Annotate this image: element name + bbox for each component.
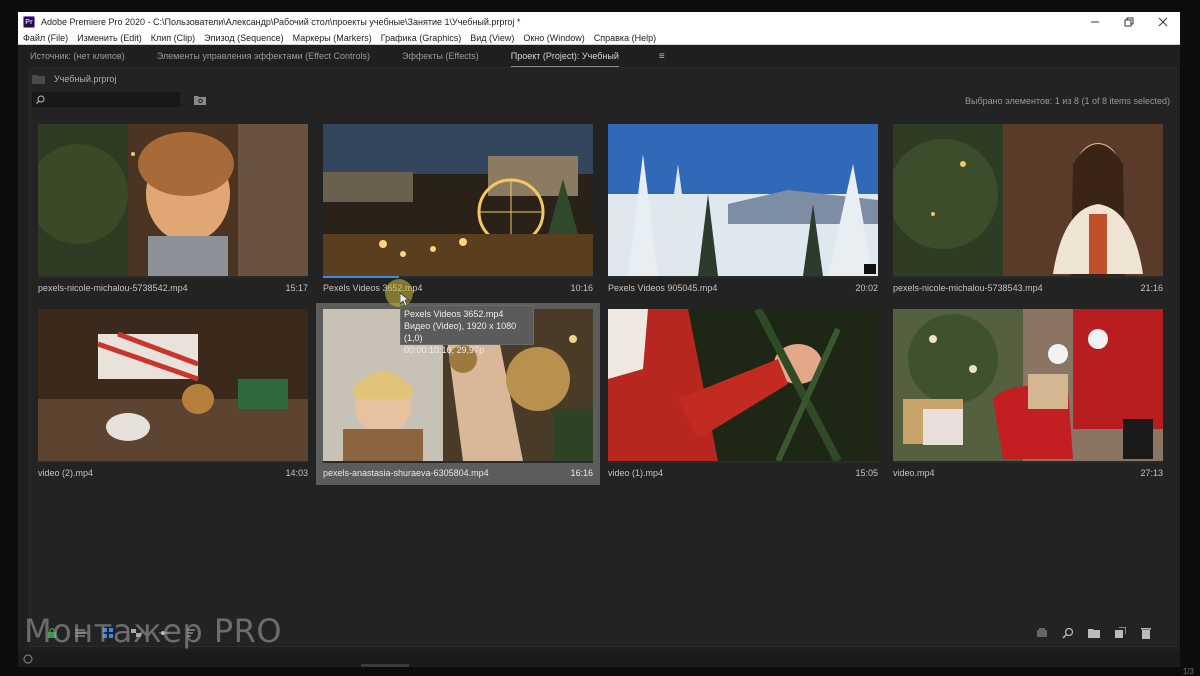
- find-icon[interactable]: [1062, 627, 1074, 639]
- tab-source[interactable]: Источник: (нет клипов): [30, 46, 125, 66]
- clip-playbar: [323, 276, 593, 278]
- bottom-toolbar: [1036, 627, 1152, 639]
- channel-watermark: Монтажер PRO: [24, 612, 283, 650]
- clip-tooltip: Pexels Videos 3652.mp4 Видео (Video), 19…: [400, 305, 534, 355]
- clip-name: video (2).mp4: [38, 468, 94, 478]
- clip-duration: 27:13: [1140, 468, 1163, 478]
- clip-name: video.mp4: [893, 468, 935, 478]
- clip-name: Pexels Videos 905045.mp4: [608, 283, 718, 293]
- clip-item[interactable]: video (1).mp4 15:05: [608, 309, 878, 485]
- workspace: Источник: (нет клипов) Элементы управлен…: [18, 45, 1180, 667]
- menu-view[interactable]: Вид (View): [470, 33, 514, 43]
- automate-to-sequence-icon[interactable]: [1036, 627, 1048, 639]
- clip-name: pexels-nicole-michalou-5738542.mp4: [38, 283, 188, 293]
- project-panel: Учебный.prproj Выбрано элементов: 1 из 8…: [29, 67, 1177, 647]
- tab-project[interactable]: Проект (Project): Учебный: [510, 46, 619, 67]
- clip-duration: 15:05: [855, 468, 878, 478]
- project-header: Учебный.prproj: [32, 74, 116, 84]
- clip-playbar: [608, 276, 878, 278]
- clip-duration: 10:16: [570, 283, 593, 293]
- trash-icon[interactable]: [1140, 627, 1152, 639]
- menu-help[interactable]: Справка (Help): [594, 33, 656, 43]
- clip-playbar: [323, 461, 593, 463]
- clip-duration: 15:17: [285, 283, 308, 293]
- menu-window[interactable]: Окно (Window): [523, 33, 584, 43]
- clip-item[interactable]: video (2).mp4 14:03: [38, 309, 308, 485]
- clip-duration: 14:03: [285, 468, 308, 478]
- clip-playbar: [893, 461, 1163, 463]
- clip-item[interactable]: pexels-nicole-michalou-5738543.mp4 21:16: [893, 124, 1163, 300]
- clip-thumbnail: [608, 309, 878, 461]
- selection-count: Выбрано элементов: 1 из 8 (1 of 8 items …: [965, 96, 1170, 106]
- status-bar: [18, 651, 1180, 667]
- clip-name: pexels-nicole-michalou-5738543.mp4: [893, 283, 1043, 293]
- new-item-icon[interactable]: [1114, 627, 1126, 639]
- tooltip-video-info: Видео (Video), 1920 x 1080 (1,0): [404, 321, 517, 343]
- render-status-icon: [23, 654, 33, 664]
- tab-effects[interactable]: Эффекты (Effects): [402, 46, 479, 66]
- new-search-bin-icon[interactable]: [194, 95, 206, 105]
- search-field[interactable]: [32, 92, 180, 107]
- title-bar: Pr Adobe Premiere Pro 2020 - C:\Пользова…: [18, 12, 1180, 32]
- tooltip-file-name: Pexels Videos 3652.mp4: [404, 309, 504, 319]
- menu-clip[interactable]: Клип (Clip): [151, 33, 195, 43]
- window-title: Adobe Premiere Pro 2020 - C:\Пользовател…: [41, 17, 521, 27]
- premiere-app-icon: Pr: [23, 16, 35, 28]
- clip-duration: 16:16: [570, 468, 593, 478]
- clip-item[interactable]: pexels-nicole-michalou-5738542.mp4 15:17: [38, 124, 308, 300]
- clip-name: pexels-anastasia-shuraeva-6305804.mp4: [323, 468, 489, 478]
- tooltip-timecode: 00:00:10:16, 29,97p: [404, 345, 485, 355]
- menu-bar: Файл (File) Изменить (Edit) Клип (Clip) …: [18, 32, 1180, 45]
- menu-markers[interactable]: Маркеры (Markers): [293, 33, 372, 43]
- clip-duration: 20:02: [855, 283, 878, 293]
- clip-thumbnail: [893, 309, 1163, 461]
- clip-item[interactable]: Pexels Videos 3652.mp4 10:16: [323, 124, 593, 300]
- clip-thumbnail: [38, 124, 308, 276]
- clip-playbar: [608, 461, 878, 463]
- search-icon: [36, 95, 45, 104]
- menu-file[interactable]: Файл (File): [23, 33, 68, 43]
- clip-playbar: [38, 461, 308, 463]
- clip-thumbnail: [608, 124, 878, 276]
- clip-item[interactable]: video.mp4 27:13: [893, 309, 1163, 485]
- folder-icon: [32, 75, 45, 84]
- tab-menu-icon[interactable]: ≡: [659, 51, 665, 62]
- horizontal-scrollbar[interactable]: [361, 664, 409, 667]
- page-indicator: 1/3: [1182, 667, 1194, 676]
- clip-duration: 21:16: [1140, 283, 1163, 293]
- clip-thumbnail: [893, 124, 1163, 276]
- panel-tabs: Источник: (нет клипов) Элементы управлен…: [18, 45, 1180, 67]
- close-icon[interactable]: [1146, 12, 1180, 32]
- search-input[interactable]: [49, 94, 169, 105]
- clip-playbar: [38, 276, 308, 278]
- minimize-icon[interactable]: [1078, 12, 1112, 32]
- menu-graphics[interactable]: Графика (Graphics): [381, 33, 461, 43]
- clip-name: video (1).mp4: [608, 468, 664, 478]
- clip-progress: [323, 276, 399, 278]
- clip-item[interactable]: Pexels Videos 905045.mp4 20:02: [608, 124, 878, 300]
- tab-effect-controls[interactable]: Элементы управления эффектами (Effect Co…: [157, 46, 370, 66]
- clip-thumbnail: [323, 124, 593, 276]
- project-file-name: Учебный.prproj: [54, 74, 117, 84]
- menu-sequence[interactable]: Эпизод (Sequence): [204, 33, 283, 43]
- restore-icon[interactable]: [1112, 12, 1146, 32]
- clip-playbar: [893, 276, 1163, 278]
- new-bin-icon[interactable]: [1088, 627, 1100, 639]
- clip-thumbnail: [38, 309, 308, 461]
- menu-edit[interactable]: Изменить (Edit): [77, 33, 142, 43]
